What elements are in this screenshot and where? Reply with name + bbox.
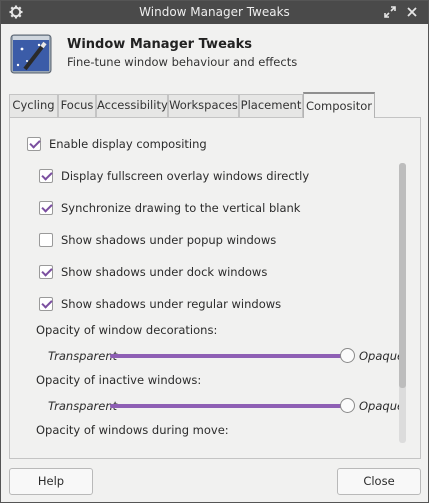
dialog-title: Window Manager Tweaks bbox=[67, 37, 253, 52]
checkbox-label: Show shadows under dock windows bbox=[61, 265, 268, 279]
vblank-sync-checkbox[interactable]: Synchronize drawing to the vertical blan… bbox=[39, 199, 300, 217]
dock-shadows-checkbox[interactable]: Show shadows under dock windows bbox=[39, 263, 267, 281]
inactive-opacity-label: Opacity of inactive windows: bbox=[36, 373, 202, 387]
slider-handle[interactable] bbox=[340, 398, 355, 413]
slider-max-label: Opaque bbox=[359, 349, 405, 363]
panel-scrollbar[interactable] bbox=[399, 163, 406, 443]
popup-shadows-checkbox[interactable]: Show shadows under popup windows bbox=[39, 231, 276, 249]
checkbox[interactable] bbox=[39, 201, 53, 215]
close-icon[interactable] bbox=[404, 4, 420, 20]
tab-accessibility[interactable]: Accessibility bbox=[96, 94, 168, 117]
checkbox[interactable] bbox=[39, 265, 53, 279]
slider-min-label: Transparent bbox=[48, 349, 118, 363]
checkbox-label: Enable display compositing bbox=[49, 137, 207, 151]
inactive-opacity-slider[interactable]: Transparent Opaque bbox=[48, 398, 404, 414]
tab-compositor[interactable]: Compositor bbox=[303, 92, 375, 118]
checkbox-label: Show shadows under popup windows bbox=[61, 233, 277, 247]
title-bar: Window Manager Tweaks bbox=[1, 1, 428, 24]
slider-handle[interactable] bbox=[340, 348, 355, 363]
slider-track[interactable] bbox=[110, 354, 348, 358]
tab-placement[interactable]: Placement bbox=[239, 94, 303, 117]
dialog-header: Window Manager Tweaks Fine-tune window b… bbox=[1, 24, 428, 88]
window-manager-tweaks-icon bbox=[9, 31, 55, 77]
help-button[interactable]: Help bbox=[9, 468, 93, 495]
slider-track[interactable] bbox=[110, 404, 348, 408]
decorations-opacity-label: Opacity of window decorations: bbox=[36, 323, 218, 337]
checkbox-label: Display fullscreen overlay windows direc… bbox=[61, 169, 310, 183]
dialog-subtitle: Fine-tune window behaviour and effects bbox=[67, 55, 298, 69]
maximize-icon[interactable] bbox=[382, 4, 398, 20]
tab-focus[interactable]: Focus bbox=[58, 94, 96, 117]
fullscreen-overlay-checkbox[interactable]: Display fullscreen overlay windows direc… bbox=[39, 167, 309, 185]
tab-workspaces[interactable]: Workspaces bbox=[168, 94, 239, 117]
checkbox[interactable] bbox=[39, 169, 53, 183]
checkbox[interactable] bbox=[39, 233, 53, 247]
checkbox[interactable] bbox=[27, 137, 41, 151]
move-opacity-label: Opacity of windows during move: bbox=[36, 423, 229, 437]
checkbox-label: Show shadows under regular windows bbox=[61, 297, 282, 311]
tab-cycling[interactable]: Cycling bbox=[9, 94, 58, 117]
decorations-opacity-slider[interactable]: Transparent Opaque bbox=[48, 348, 404, 364]
window-title: Window Manager Tweaks bbox=[139, 5, 290, 19]
scrollbar-thumb[interactable] bbox=[399, 163, 406, 388]
enable-compositing-checkbox[interactable]: Enable display compositing bbox=[27, 135, 207, 153]
slider-max-label: Opaque bbox=[359, 399, 405, 413]
regular-shadows-checkbox[interactable]: Show shadows under regular windows bbox=[39, 295, 281, 313]
close-button[interactable]: Close bbox=[337, 468, 421, 495]
checkbox[interactable] bbox=[39, 297, 53, 311]
slider-min-label: Transparent bbox=[48, 399, 118, 413]
checkbox-label: Synchronize drawing to the vertical blan… bbox=[61, 201, 301, 215]
window: Window Manager Tweaks Window Manager Twe… bbox=[0, 0, 429, 503]
